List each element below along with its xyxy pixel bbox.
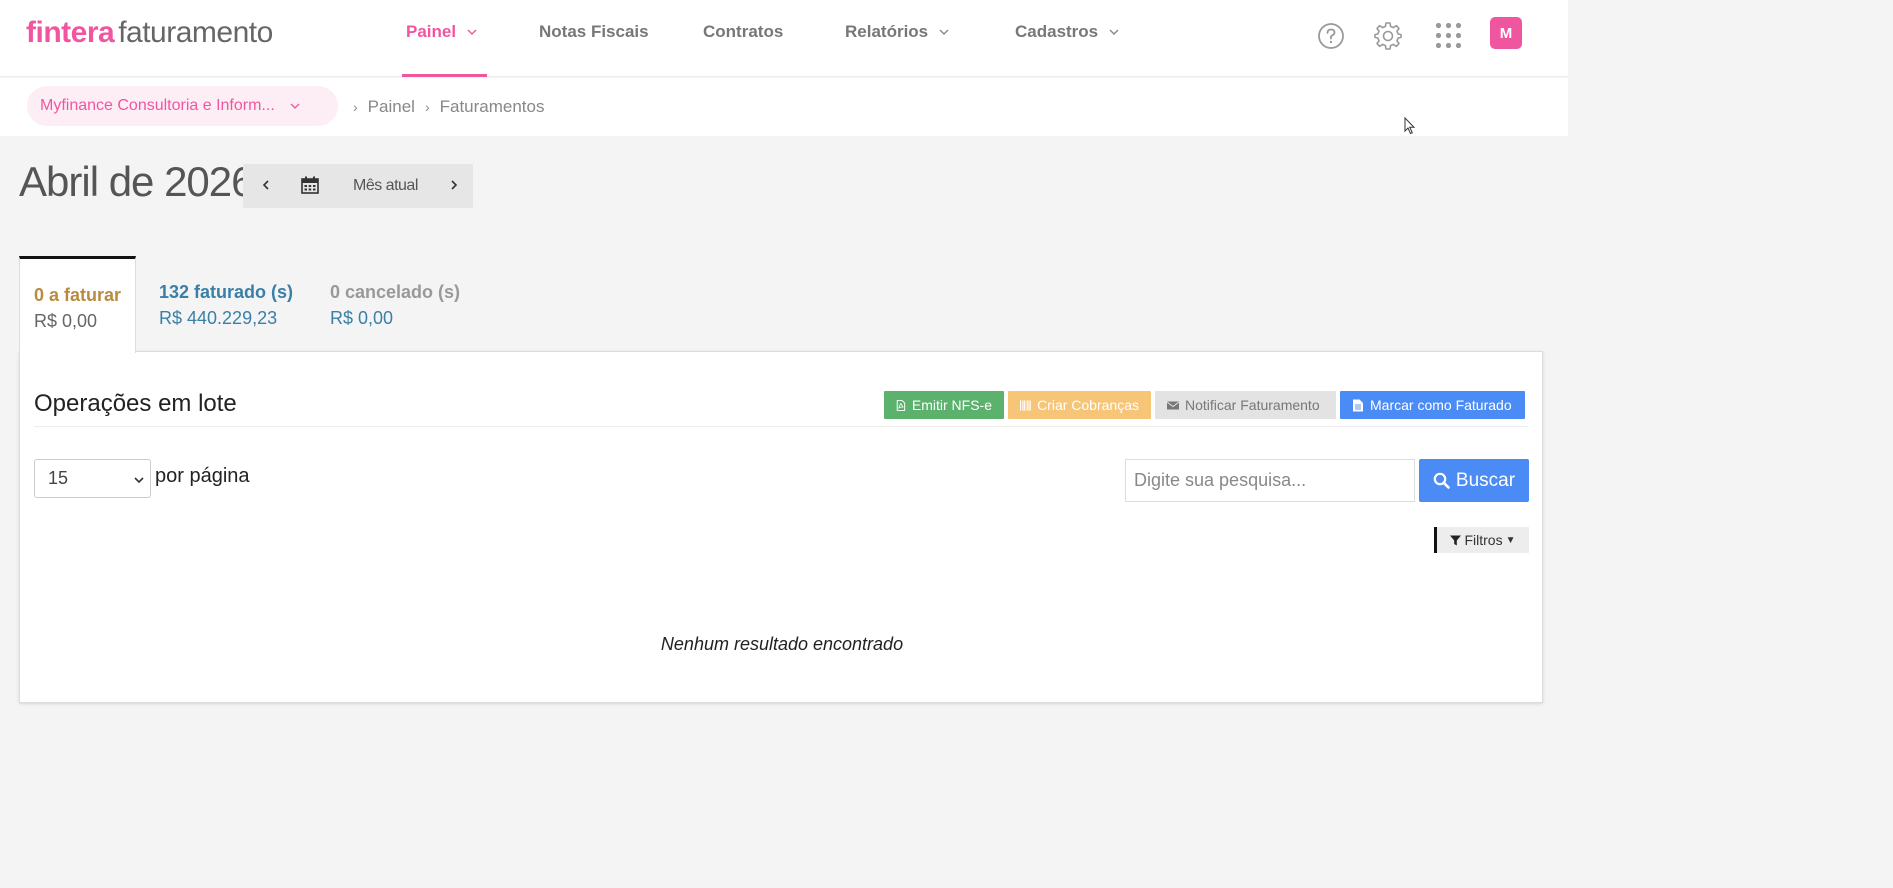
search-placeholder: Digite sua pesquisa... <box>1134 470 1307 490</box>
emitir-nfse-label: Emitir NFS-e <box>911 397 992 413</box>
previous-month-button[interactable] <box>258 175 274 195</box>
chevron-down-icon <box>939 29 949 35</box>
current-month-button[interactable]: Mês atual <box>353 177 418 195</box>
notificar-faturamento-button[interactable]: Notificar Faturamento <box>1155 391 1336 419</box>
period-title: Abril de 2026 <box>19 158 255 205</box>
file-pdf-icon <box>896 399 906 411</box>
chevron-right-icon: › <box>424 99 430 115</box>
tab-faturados-label: 132 faturado (s) <box>159 282 294 302</box>
notificar-faturamento-label: Notificar Faturamento <box>1185 397 1320 413</box>
empty-results-message: Nenhum resultado encontrado <box>660 634 904 654</box>
gear-icon[interactable] <box>1373 21 1403 51</box>
search-button-label: Buscar <box>1455 469 1516 491</box>
file-text-icon <box>1353 399 1363 411</box>
chevron-right-icon: › <box>353 99 358 115</box>
breadcrumb-bar: Myfinance Consultoria e Inform... › Pain… <box>0 78 1568 136</box>
nav-notas-fiscais-label: Notas Fiscais <box>539 22 649 41</box>
company-selector[interactable]: Myfinance Consultoria e Inform... <box>27 86 338 126</box>
criar-cobrancas-label: Criar Cobranças <box>1037 397 1139 413</box>
envelope-icon <box>1167 401 1179 409</box>
per-page-value: 15 <box>48 468 69 488</box>
marcar-como-faturado-label: Marcar como Faturado <box>1370 397 1512 413</box>
chevron-down-icon <box>467 29 477 35</box>
next-month-button[interactable] <box>446 175 462 195</box>
filter-icon <box>1450 535 1462 545</box>
tab-faturados[interactable]: 132 faturado (s) R$ 440.229,23 <box>145 256 307 352</box>
tab-a-faturar[interactable]: 0 a faturar R$ 0,00 <box>19 256 137 353</box>
divider <box>34 426 1528 427</box>
caret-down-icon: ▼ <box>1505 534 1516 546</box>
apps-grid-icon[interactable] <box>1435 22 1462 49</box>
tab-faturados-value: R$ 440.229,23 <box>159 308 278 328</box>
per-page-select[interactable]: 15 <box>34 459 151 498</box>
chevron-down-icon <box>290 103 300 109</box>
nav-notas-fiscais[interactable]: Notas Fiscais <box>539 22 649 42</box>
search-button[interactable]: Buscar <box>1419 459 1529 502</box>
search-icon <box>1433 472 1450 489</box>
emitir-nfse-button[interactable]: Emitir NFS-e <box>884 391 1004 419</box>
barcode-icon <box>1020 399 1031 411</box>
breadcrumb: › Painel › Faturamentos <box>353 97 545 117</box>
breadcrumb-item-painel[interactable]: Painel <box>368 97 415 117</box>
filters-button[interactable]: Filtros ▼ <box>1434 527 1529 553</box>
nav-cadastros-label: Cadastros <box>1015 22 1099 41</box>
top-navbar: fintera faturamento Painel Notas Fiscais … <box>0 0 1568 77</box>
nav-contratos-label: Contratos <box>703 22 784 41</box>
active-nav-indicator <box>402 74 487 77</box>
help-circle-icon[interactable] <box>1317 22 1345 50</box>
logo-product: faturamento <box>118 16 273 49</box>
nav-cadastros[interactable]: Cadastros <box>1015 22 1120 42</box>
batch-operations-panel: Operações em lote Emitir NFS-e Criar Cob… <box>19 351 1543 703</box>
per-page-label: por página <box>155 465 250 487</box>
logo-brand: fintera <box>26 16 115 49</box>
calendar-icon[interactable] <box>300 175 320 195</box>
tab-a-faturar-value: R$ 0,00 <box>34 311 98 331</box>
mouse-cursor-icon <box>1404 117 1416 135</box>
chevron-down-icon <box>134 477 144 484</box>
nav-painel[interactable]: Painel <box>406 22 478 42</box>
chevron-down-icon <box>1109 29 1119 35</box>
nav-contratos[interactable]: Contratos <box>703 22 783 42</box>
company-name: Myfinance Consultoria e Inform... <box>40 97 275 114</box>
nav-relatorios[interactable]: Relatórios <box>845 22 950 42</box>
tab-cancelados-label: 0 cancelado (s) <box>330 282 461 302</box>
filters-label: Filtros <box>1464 532 1503 548</box>
marcar-como-faturado-button[interactable]: Marcar como Faturado <box>1340 391 1525 419</box>
tab-a-faturar-label: 0 a faturar <box>34 285 122 305</box>
criar-cobrancas-button[interactable]: Criar Cobranças <box>1008 391 1151 419</box>
tab-cancelados-value: R$ 0,00 <box>330 308 394 328</box>
user-avatar[interactable]: M <box>1490 17 1522 49</box>
nav-relatorios-label: Relatórios <box>845 22 929 41</box>
nav-painel-label: Painel <box>406 22 457 41</box>
search-input[interactable]: Digite sua pesquisa... <box>1125 459 1415 502</box>
breadcrumb-item-faturamentos: Faturamentos <box>439 97 545 116</box>
tab-cancelados[interactable]: 0 cancelado (s) R$ 0,00 <box>316 256 474 352</box>
app-logo[interactable]: fintera faturamento <box>26 16 273 50</box>
period-navigator: Mês atual <box>243 164 473 208</box>
panel-title: Operações em lote <box>34 390 237 417</box>
